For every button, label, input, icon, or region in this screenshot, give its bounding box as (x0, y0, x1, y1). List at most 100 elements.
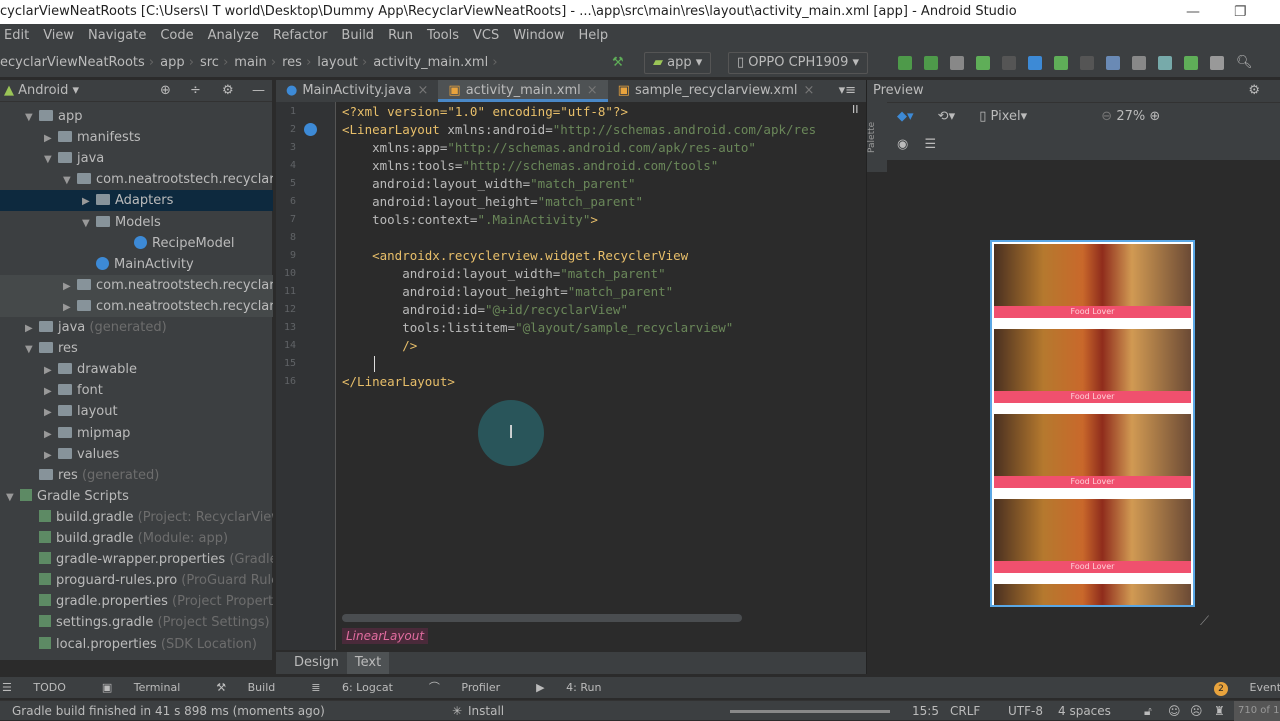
toolwindow-run[interactable]: ▶ 4: Run (536, 681, 619, 694)
horizontal-scrollbar[interactable] (342, 614, 742, 622)
avd-manager-icon[interactable] (1184, 56, 1198, 70)
chevron-down-icon[interactable]: ▼ (25, 107, 39, 127)
menu-vcs[interactable]: VCS (473, 28, 499, 43)
editor-tab[interactable]: ▣activity_main.xml× (438, 80, 607, 102)
tree-item[interactable]: ▶Adapters (0, 190, 273, 211)
build-hammer-icon[interactable]: ⚒ (612, 48, 624, 78)
chevron-right-icon[interactable]: ▶ (44, 360, 58, 380)
tab-list-icon[interactable]: ▾≡ (839, 80, 856, 102)
stop-icon[interactable] (1080, 56, 1094, 70)
toolwindow-logcat[interactable]: ≣ 6: Logcat (311, 681, 411, 694)
tree-item[interactable]: ▶drawable (0, 359, 273, 380)
menu-code[interactable]: Code (160, 28, 193, 43)
minimize-button[interactable]: — (1186, 0, 1200, 24)
tree-item[interactable]: build.gradle (Project: RecyclarViewN (0, 507, 273, 528)
locate-icon[interactable]: ⊕ (160, 80, 171, 102)
editor-tab[interactable]: ▣sample_recyclarview.xml× (608, 80, 825, 102)
tree-item[interactable]: settings.gradle (Project Settings) (0, 612, 273, 633)
chevron-down-icon[interactable]: ▼ (25, 339, 39, 359)
run-config-select[interactable]: ▰ app ▾ (644, 52, 711, 74)
zoom-out-icon[interactable]: ⊖ (1101, 109, 1112, 124)
status-message[interactable]: Gradle build finished in 41 s 898 ms (mo… (12, 701, 325, 721)
memory-indicator[interactable]: 710 of 1 (1234, 701, 1280, 721)
tree-item[interactable]: ▶mipmap (0, 423, 273, 444)
tree-item[interactable]: ▼res (0, 338, 273, 359)
tree-item[interactable]: ▼Gradle Scripts (0, 486, 273, 507)
menu-tools[interactable]: Tools (427, 28, 459, 43)
tree-item[interactable]: build.gradle (Module: app) (0, 528, 273, 549)
tab-text[interactable]: Text (347, 652, 389, 674)
tree-item[interactable]: local.properties (SDK Location) (0, 634, 273, 655)
breadcrumb-item[interactable]: ecyclarViewNeatRoots (0, 48, 154, 78)
device-select[interactable]: ▯ OPPO CPH1909 ▾ (728, 52, 868, 74)
attach-process-icon[interactable] (1054, 56, 1068, 70)
chevron-down-icon[interactable]: ▼ (82, 213, 96, 233)
tree-item[interactable]: RecipeModel (0, 233, 273, 254)
close-tab-icon[interactable]: × (418, 83, 429, 98)
project-structure-icon[interactable] (1106, 56, 1120, 70)
tree-item[interactable]: ▶com.neatrootstech.recyclarviewn (0, 296, 273, 317)
layers-icon[interactable]: ◆▾ (897, 109, 914, 124)
chevron-down-icon[interactable]: ▼ (6, 487, 20, 507)
breadcrumb-item[interactable]: res (282, 48, 311, 78)
apply-changes-icon[interactable] (898, 56, 912, 70)
breadcrumb-item[interactable]: activity_main.xml (373, 48, 497, 78)
menu-build[interactable]: Build (341, 28, 374, 43)
sdk-manager-icon[interactable] (1158, 56, 1172, 70)
chevron-right-icon[interactable]: ▶ (25, 318, 39, 338)
happy-icon[interactable]: ☺ (1168, 701, 1181, 721)
tree-item[interactable]: ▼java (0, 148, 273, 169)
line-separator[interactable]: CRLF (950, 701, 980, 721)
tree-item[interactable]: ▼com.neatrootstech.recyclarviewn (0, 169, 273, 190)
terminal-icon[interactable] (1132, 56, 1146, 70)
tree-item[interactable]: ▼app (0, 106, 273, 127)
close-tab-icon[interactable]: × (804, 83, 815, 98)
debug-icon[interactable] (976, 56, 990, 70)
chevron-down-icon[interactable]: ▼ (44, 149, 58, 169)
sad-icon[interactable]: ☹ (1190, 701, 1203, 721)
maximize-button[interactable]: ❐ (1234, 0, 1247, 24)
chevron-down-icon[interactable]: ▼ (63, 170, 77, 190)
chevron-right-icon[interactable]: ▶ (44, 128, 58, 148)
resize-handle[interactable]: ⟋ (1200, 614, 1209, 629)
collapse-icon[interactable]: ÷ (190, 80, 201, 102)
project-view-select[interactable]: Android (18, 83, 68, 98)
xml-breadcrumb[interactable]: LinearLayout (342, 628, 428, 644)
indent[interactable]: 4 spaces (1058, 701, 1111, 721)
tree-item[interactable]: ▶font (0, 380, 273, 401)
blueprint-icon[interactable]: ☰ (924, 137, 936, 152)
menu-run[interactable]: Run (388, 28, 413, 43)
background-task[interactable]: Install (468, 701, 504, 721)
apply-code-changes-icon[interactable] (924, 56, 938, 70)
tree-item[interactable]: MainActivity (0, 254, 273, 275)
tree-item[interactable]: ▶layout (0, 401, 273, 422)
chevron-right-icon[interactable]: ▶ (63, 276, 77, 296)
tree-item[interactable]: ▶values (0, 444, 273, 465)
menu-view[interactable]: View (43, 28, 74, 43)
menu-help[interactable]: Help (579, 28, 609, 43)
chevron-right-icon[interactable]: ▶ (44, 381, 58, 401)
breadcrumb-item[interactable]: layout (317, 48, 367, 78)
tree-item[interactable]: gradle.properties (Project Properties (0, 591, 273, 612)
gear-icon[interactable]: ⚙ (222, 80, 234, 102)
tree-item[interactable]: ▶manifests (0, 127, 273, 148)
toolwindow-todo[interactable]: ☰ TODO (2, 681, 84, 694)
chevron-right-icon[interactable]: ▶ (82, 191, 96, 211)
device-preview[interactable]: Food LoverFood LoverFood LoverFood Lover… (990, 240, 1195, 607)
encoding[interactable]: UTF-8 (1008, 701, 1043, 721)
sync-icon[interactable] (950, 56, 964, 70)
breadcrumb-item[interactable]: app (160, 48, 194, 78)
tree-item[interactable]: proguard-rules.pro (ProGuard Rules (0, 570, 273, 591)
tree-item[interactable]: ▶com.neatrootstech.recyclarviewn (0, 275, 273, 296)
tree-item[interactable]: res (generated) (0, 465, 273, 486)
search-icon[interactable]: 🔍︎ (1236, 55, 1253, 70)
tree-item[interactable]: ▼Models (0, 212, 273, 233)
inspector-icon[interactable]: ♜ (1214, 701, 1225, 721)
chevron-right-icon[interactable]: ▶ (44, 424, 58, 444)
tree-item[interactable]: ▶java (generated) (0, 317, 273, 338)
zoom-in-icon[interactable]: ⊕ (1149, 109, 1160, 124)
editor-tab[interactable]: ●MainActivity.java× (276, 80, 438, 102)
toolwindow-build[interactable]: ⚒ Build (216, 681, 293, 694)
menu-analyze[interactable]: Analyze (208, 28, 259, 43)
gear-icon[interactable]: ⚙ (1248, 80, 1260, 102)
